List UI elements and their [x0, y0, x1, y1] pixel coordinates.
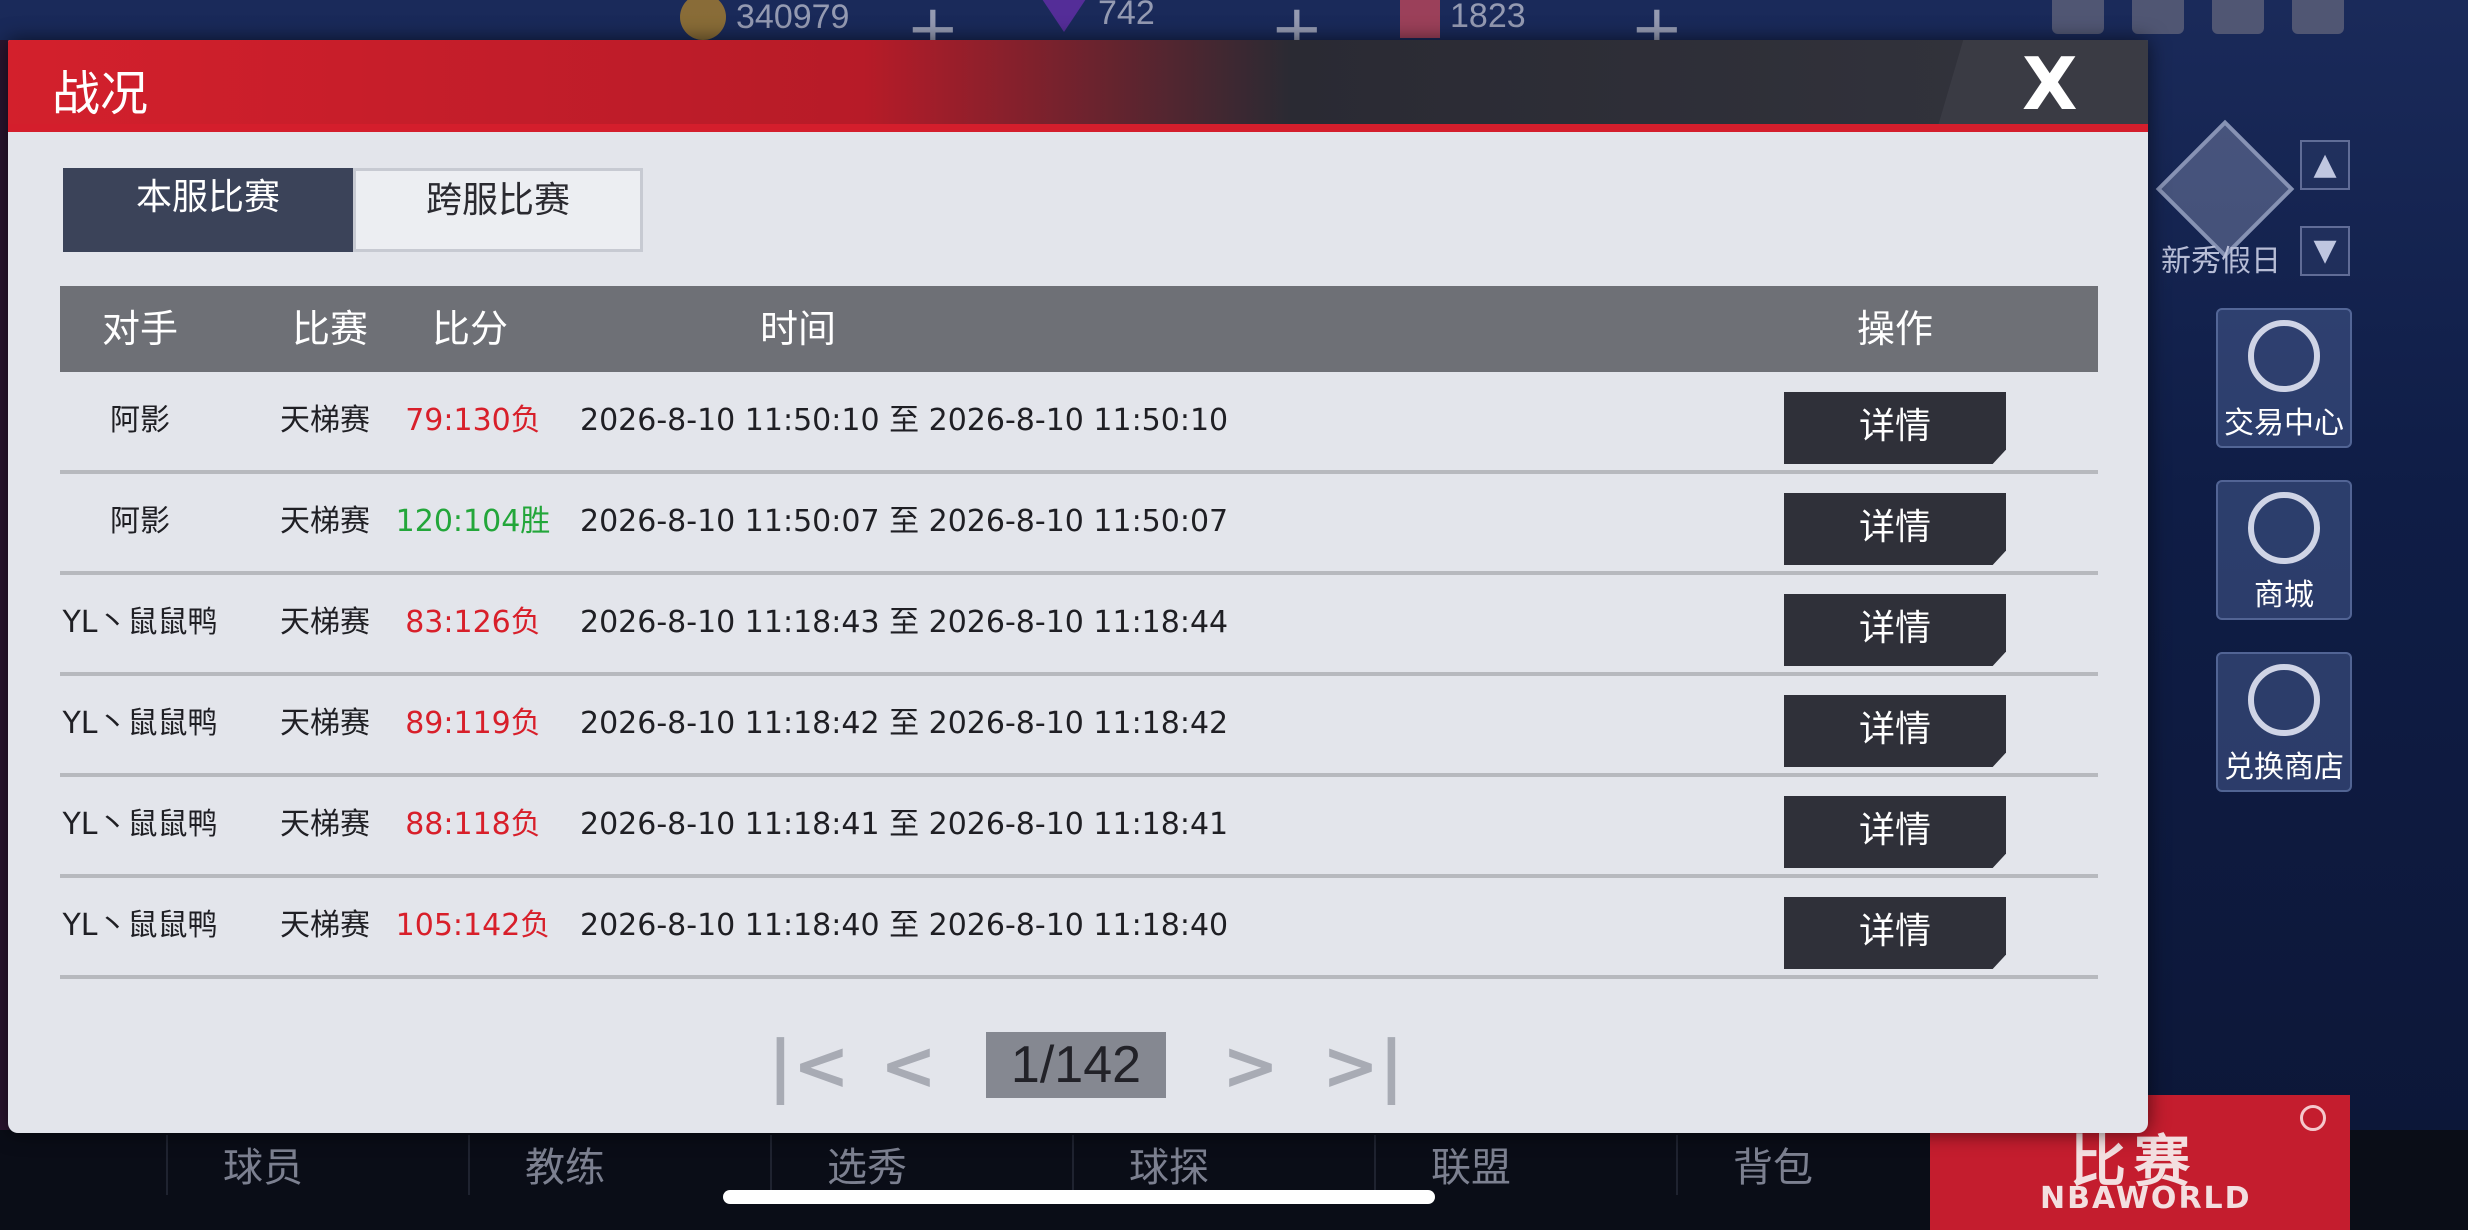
table-row: YL丶鼠鼠鸭 天梯赛 88:118负 2026-8-10 11:18:41 至 202… [60, 776, 2098, 878]
rookie-holiday-label: 新秀假日 [2161, 244, 2281, 279]
coin-count: 340979 [736, 0, 850, 36]
card-count: 1823 [1450, 0, 1526, 35]
table-row: YL丶鼠鼠鸭 天梯赛 89:119负 2026-8-10 11:18:42 至 202… [60, 675, 2098, 777]
tab-local-server[interactable]: 本服比赛 [63, 168, 353, 252]
opponent-cell: YL丶鼠鼠鸭 [62, 706, 218, 741]
next-page-icon[interactable]: > [1222, 1032, 1279, 1102]
coin-resource: 340979 [680, 0, 849, 40]
details-button[interactable]: 详情 [1784, 796, 2006, 868]
last-page-icon[interactable]: >| [1322, 1032, 1404, 1102]
gear-icon[interactable] [2292, 0, 2344, 34]
column-opponent: 对手 [101, 307, 178, 351]
table-row: YL丶鼠鼠鸭 天梯赛 105:142负 2026-8-10 11:18:40 至 20… [60, 877, 2098, 979]
table-row: YL丶鼠鼠鸭 天梯赛 83:126负 2026-8-10 11:18:43 至 202… [60, 574, 2098, 676]
tab-cross-server[interactable]: 跨服比赛 [353, 168, 643, 252]
dialog-title: 战况 [52, 66, 149, 122]
rookie-holiday-button[interactable]: 新秀假日 [2146, 119, 2296, 280]
card-resource: 1823 [1400, 0, 1526, 38]
score-cell: 83:126负 [405, 605, 541, 640]
friends-icon[interactable] [2052, 0, 2104, 34]
score-cell: 105:142负 [395, 908, 551, 943]
column-time: 时间 [759, 307, 836, 351]
close-button[interactable]: X [1938, 40, 2148, 126]
time-cell: 2026-8-10 11:18:42 至 2026-8-10 11:18:42 [580, 706, 1229, 741]
table-row: 阿影 天梯赛 79:130负 2026-8-10 11:50:10 至 2026-8-… [60, 372, 2098, 474]
column-match: 比赛 [291, 307, 368, 351]
home-indicator [723, 1190, 1435, 1204]
trade-center-button[interactable]: 交易中心 [2216, 308, 2352, 448]
time-cell: 2026-8-10 11:50:07 至 2026-8-10 11:50:07 [580, 504, 1229, 539]
mail-icon[interactable] [2212, 0, 2264, 34]
score-cell: 89:119负 [405, 706, 541, 741]
top-resource-bar: 340979 + 742 + 1823 + [0, 0, 2468, 66]
gem-icon [1040, 0, 1088, 32]
shopping-cart-icon [2248, 492, 2320, 564]
nav-draft[interactable]: 选秀 [770, 1135, 962, 1195]
nav-scouts[interactable]: 球探 [1072, 1135, 1264, 1195]
opponent-cell: 阿影 [110, 403, 170, 438]
details-button[interactable]: 详情 [1784, 695, 2006, 767]
close-x-icon: X [2022, 42, 2078, 126]
exchange-cycle-icon [2248, 664, 2320, 736]
table-header: 对手 比赛 比分 时间 操作 [60, 286, 2098, 372]
column-score: 比分 [431, 307, 508, 351]
opponent-cell: YL丶鼠鼠鸭 [62, 807, 218, 842]
time-cell: 2026-8-10 11:50:10 至 2026-8-10 11:50:10 [580, 403, 1229, 438]
card-icon [1400, 0, 1440, 38]
dialog-header: 战况 X [8, 40, 2148, 132]
exchange-shop-label: 兑换商店 [2224, 750, 2344, 785]
notification-dot-icon [2300, 1105, 2326, 1131]
chevron-down-icon[interactable]: ▼ [2300, 226, 2350, 276]
score-cell: 88:118负 [405, 807, 541, 842]
table-row: 阿影 天梯赛 120:104胜 2026-8-10 11:50:07 至 2026-8… [60, 473, 2098, 575]
chevron-up-icon[interactable]: ▲ [2300, 140, 2350, 190]
first-page-icon[interactable]: |< [768, 1032, 850, 1102]
nav-coaches[interactable]: 教练 [468, 1135, 660, 1195]
opponent-cell: 阿影 [110, 504, 170, 539]
opponent-cell: YL丶鼠鼠鸭 [62, 908, 218, 943]
coin-icon [680, 0, 726, 40]
page-indicator: 1/142 [986, 1032, 1166, 1098]
details-button[interactable]: 详情 [1784, 493, 2006, 565]
time-cell: 2026-8-10 11:18:43 至 2026-8-10 11:18:44 [580, 605, 1229, 640]
shop-label: 商城 [2254, 578, 2314, 613]
time-cell: 2026-8-10 11:18:40 至 2026-8-10 11:18:40 [580, 908, 1229, 943]
details-button[interactable]: 详情 [1784, 897, 2006, 969]
details-button[interactable]: 详情 [1784, 594, 2006, 666]
previous-page-icon[interactable]: < [880, 1032, 937, 1102]
exchange-shop-button[interactable]: 兑换商店 [2216, 652, 2352, 792]
score-cell: 120:104胜 [395, 504, 551, 539]
server-tabs: 本服比赛 跨服比赛 [63, 168, 643, 252]
calendar-icon[interactable] [2132, 0, 2184, 34]
battle-record-dialog: 战况 X 本服比赛 跨服比赛 对手 比赛 比分 时间 操作 阿影 天梯赛 79:13… [8, 40, 2148, 1133]
column-action: 操作 [1856, 307, 1933, 351]
gem-resource: 742 [1040, 0, 1155, 33]
match-button-subtitle: NBAWORLD [2040, 1181, 2252, 1216]
opponent-cell: YL丶鼠鼠鸭 [62, 605, 218, 640]
shop-button[interactable]: 商城 [2216, 480, 2352, 620]
nav-league[interactable]: 联盟 [1374, 1135, 1566, 1195]
time-cell: 2026-8-10 11:18:41 至 2026-8-10 11:18:41 [580, 807, 1229, 842]
trade-people-icon [2248, 320, 2320, 392]
nav-players[interactable]: 球员 [166, 1135, 358, 1195]
details-button[interactable]: 详情 [1784, 392, 2006, 464]
trade-center-label: 交易中心 [2224, 406, 2344, 441]
gem-count: 742 [1098, 0, 1155, 32]
score-cell: 79:130负 [405, 403, 541, 438]
nav-backpack[interactable]: 背包 [1676, 1135, 1868, 1195]
